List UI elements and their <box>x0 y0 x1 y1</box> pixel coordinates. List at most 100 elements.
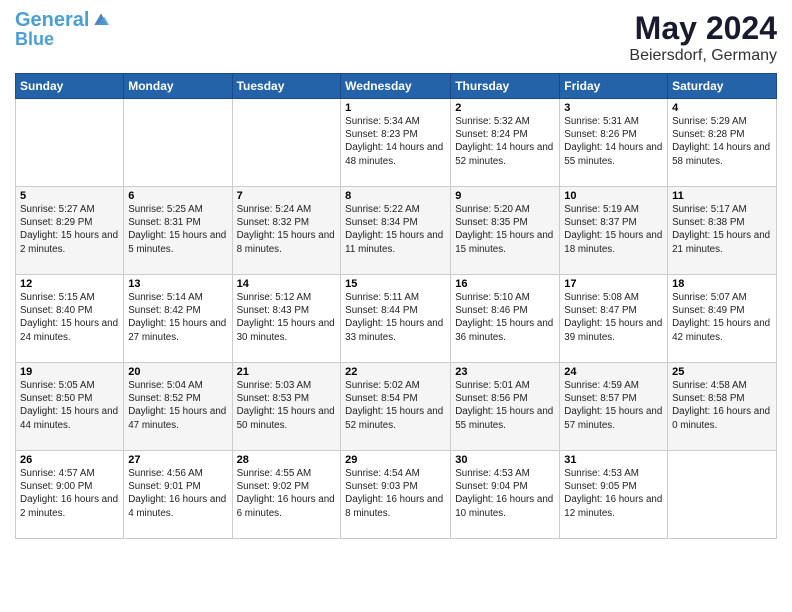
calendar-cell: 24Sunrise: 4:59 AM Sunset: 8:57 PM Dayli… <box>560 363 668 451</box>
day-number: 18 <box>672 278 772 290</box>
day-info: Sunrise: 5:08 AM Sunset: 8:47 PM Dayligh… <box>564 291 663 344</box>
calendar-cell <box>16 99 124 187</box>
day-number: 9 <box>455 190 555 202</box>
calendar-cell <box>124 99 232 187</box>
calendar-week-row: 1Sunrise: 5:34 AM Sunset: 8:23 PM Daylig… <box>16 99 777 187</box>
calendar-cell: 8Sunrise: 5:22 AM Sunset: 8:34 PM Daylig… <box>341 187 451 275</box>
calendar-cell: 5Sunrise: 5:27 AM Sunset: 8:29 PM Daylig… <box>16 187 124 275</box>
day-info: Sunrise: 4:54 AM Sunset: 9:03 PM Dayligh… <box>345 467 446 520</box>
calendar-cell: 12Sunrise: 5:15 AM Sunset: 8:40 PM Dayli… <box>16 275 124 363</box>
calendar-cell: 15Sunrise: 5:11 AM Sunset: 8:44 PM Dayli… <box>341 275 451 363</box>
day-number: 15 <box>345 278 446 290</box>
calendar-cell: 17Sunrise: 5:08 AM Sunset: 8:47 PM Dayli… <box>560 275 668 363</box>
calendar-cell: 27Sunrise: 4:56 AM Sunset: 9:01 PM Dayli… <box>124 451 232 539</box>
day-info: Sunrise: 4:59 AM Sunset: 8:57 PM Dayligh… <box>564 379 663 432</box>
day-number: 5 <box>20 190 119 202</box>
calendar-cell: 21Sunrise: 5:03 AM Sunset: 8:53 PM Dayli… <box>232 363 341 451</box>
calendar-table: SundayMondayTuesdayWednesdayThursdayFrid… <box>15 73 777 539</box>
calendar-cell: 29Sunrise: 4:54 AM Sunset: 9:03 PM Dayli… <box>341 451 451 539</box>
logo-blue-text: Blue <box>15 30 111 48</box>
calendar-cell: 2Sunrise: 5:32 AM Sunset: 8:24 PM Daylig… <box>451 99 560 187</box>
weekday-header-sunday: Sunday <box>16 74 124 99</box>
day-number: 1 <box>345 102 446 114</box>
day-number: 2 <box>455 102 555 114</box>
day-info: Sunrise: 4:56 AM Sunset: 9:01 PM Dayligh… <box>128 467 227 520</box>
day-info: Sunrise: 4:57 AM Sunset: 9:00 PM Dayligh… <box>20 467 119 520</box>
day-info: Sunrise: 4:58 AM Sunset: 8:58 PM Dayligh… <box>672 379 772 432</box>
calendar-week-row: 19Sunrise: 5:05 AM Sunset: 8:50 PM Dayli… <box>16 363 777 451</box>
calendar-week-row: 26Sunrise: 4:57 AM Sunset: 9:00 PM Dayli… <box>16 451 777 539</box>
page-header: General Blue May 2024 Beiersdorf, German… <box>15 10 777 65</box>
calendar-cell: 26Sunrise: 4:57 AM Sunset: 9:00 PM Dayli… <box>16 451 124 539</box>
calendar-cell <box>232 99 341 187</box>
calendar-cell: 11Sunrise: 5:17 AM Sunset: 8:38 PM Dayli… <box>668 187 777 275</box>
calendar-cell: 1Sunrise: 5:34 AM Sunset: 8:23 PM Daylig… <box>341 99 451 187</box>
day-number: 10 <box>564 190 663 202</box>
day-info: Sunrise: 5:07 AM Sunset: 8:49 PM Dayligh… <box>672 291 772 344</box>
calendar-cell: 16Sunrise: 5:10 AM Sunset: 8:46 PM Dayli… <box>451 275 560 363</box>
day-info: Sunrise: 5:05 AM Sunset: 8:50 PM Dayligh… <box>20 379 119 432</box>
calendar-cell <box>668 451 777 539</box>
day-number: 23 <box>455 366 555 378</box>
day-info: Sunrise: 5:15 AM Sunset: 8:40 PM Dayligh… <box>20 291 119 344</box>
calendar-cell: 7Sunrise: 5:24 AM Sunset: 8:32 PM Daylig… <box>232 187 341 275</box>
day-info: Sunrise: 5:20 AM Sunset: 8:35 PM Dayligh… <box>455 203 555 256</box>
calendar-cell: 3Sunrise: 5:31 AM Sunset: 8:26 PM Daylig… <box>560 99 668 187</box>
day-number: 13 <box>128 278 227 290</box>
weekday-header-monday: Monday <box>124 74 232 99</box>
calendar-cell: 30Sunrise: 4:53 AM Sunset: 9:04 PM Dayli… <box>451 451 560 539</box>
calendar-cell: 18Sunrise: 5:07 AM Sunset: 8:49 PM Dayli… <box>668 275 777 363</box>
weekday-header-saturday: Saturday <box>668 74 777 99</box>
calendar-cell: 19Sunrise: 5:05 AM Sunset: 8:50 PM Dayli… <box>16 363 124 451</box>
day-number: 20 <box>128 366 227 378</box>
calendar-page: General Blue May 2024 Beiersdorf, German… <box>0 0 792 549</box>
calendar-week-row: 12Sunrise: 5:15 AM Sunset: 8:40 PM Dayli… <box>16 275 777 363</box>
day-info: Sunrise: 4:53 AM Sunset: 9:05 PM Dayligh… <box>564 467 663 520</box>
day-number: 12 <box>20 278 119 290</box>
day-info: Sunrise: 5:32 AM Sunset: 8:24 PM Dayligh… <box>455 115 555 168</box>
day-info: Sunrise: 5:10 AM Sunset: 8:46 PM Dayligh… <box>455 291 555 344</box>
day-number: 24 <box>564 366 663 378</box>
calendar-subtitle: Beiersdorf, Germany <box>629 47 777 65</box>
day-info: Sunrise: 5:12 AM Sunset: 8:43 PM Dayligh… <box>237 291 337 344</box>
logo-text: General <box>15 10 89 30</box>
day-info: Sunrise: 5:19 AM Sunset: 8:37 PM Dayligh… <box>564 203 663 256</box>
calendar-header: SundayMondayTuesdayWednesdayThursdayFrid… <box>16 74 777 99</box>
calendar-cell: 22Sunrise: 5:02 AM Sunset: 8:54 PM Dayli… <box>341 363 451 451</box>
day-number: 29 <box>345 454 446 466</box>
day-info: Sunrise: 5:34 AM Sunset: 8:23 PM Dayligh… <box>345 115 446 168</box>
calendar-cell: 9Sunrise: 5:20 AM Sunset: 8:35 PM Daylig… <box>451 187 560 275</box>
day-number: 14 <box>237 278 337 290</box>
calendar-cell: 20Sunrise: 5:04 AM Sunset: 8:52 PM Dayli… <box>124 363 232 451</box>
calendar-cell: 6Sunrise: 5:25 AM Sunset: 8:31 PM Daylig… <box>124 187 232 275</box>
day-info: Sunrise: 5:02 AM Sunset: 8:54 PM Dayligh… <box>345 379 446 432</box>
weekday-header-wednesday: Wednesday <box>341 74 451 99</box>
day-number: 27 <box>128 454 227 466</box>
day-number: 11 <box>672 190 772 202</box>
calendar-body: 1Sunrise: 5:34 AM Sunset: 8:23 PM Daylig… <box>16 99 777 539</box>
logo-icon <box>91 10 111 30</box>
weekday-header-row: SundayMondayTuesdayWednesdayThursdayFrid… <box>16 74 777 99</box>
day-number: 4 <box>672 102 772 114</box>
title-block: May 2024 Beiersdorf, Germany <box>629 10 777 65</box>
weekday-header-friday: Friday <box>560 74 668 99</box>
day-number: 19 <box>20 366 119 378</box>
calendar-title: May 2024 <box>629 10 777 47</box>
calendar-cell: 14Sunrise: 5:12 AM Sunset: 8:43 PM Dayli… <box>232 275 341 363</box>
day-info: Sunrise: 4:55 AM Sunset: 9:02 PM Dayligh… <box>237 467 337 520</box>
day-number: 30 <box>455 454 555 466</box>
calendar-cell: 4Sunrise: 5:29 AM Sunset: 8:28 PM Daylig… <box>668 99 777 187</box>
day-number: 8 <box>345 190 446 202</box>
day-number: 6 <box>128 190 227 202</box>
calendar-cell: 25Sunrise: 4:58 AM Sunset: 8:58 PM Dayli… <box>668 363 777 451</box>
day-info: Sunrise: 5:14 AM Sunset: 8:42 PM Dayligh… <box>128 291 227 344</box>
day-info: Sunrise: 5:03 AM Sunset: 8:53 PM Dayligh… <box>237 379 337 432</box>
day-number: 7 <box>237 190 337 202</box>
day-number: 31 <box>564 454 663 466</box>
calendar-cell: 13Sunrise: 5:14 AM Sunset: 8:42 PM Dayli… <box>124 275 232 363</box>
day-info: Sunrise: 5:31 AM Sunset: 8:26 PM Dayligh… <box>564 115 663 168</box>
day-number: 26 <box>20 454 119 466</box>
weekday-header-tuesday: Tuesday <box>232 74 341 99</box>
day-number: 22 <box>345 366 446 378</box>
day-info: Sunrise: 5:29 AM Sunset: 8:28 PM Dayligh… <box>672 115 772 168</box>
